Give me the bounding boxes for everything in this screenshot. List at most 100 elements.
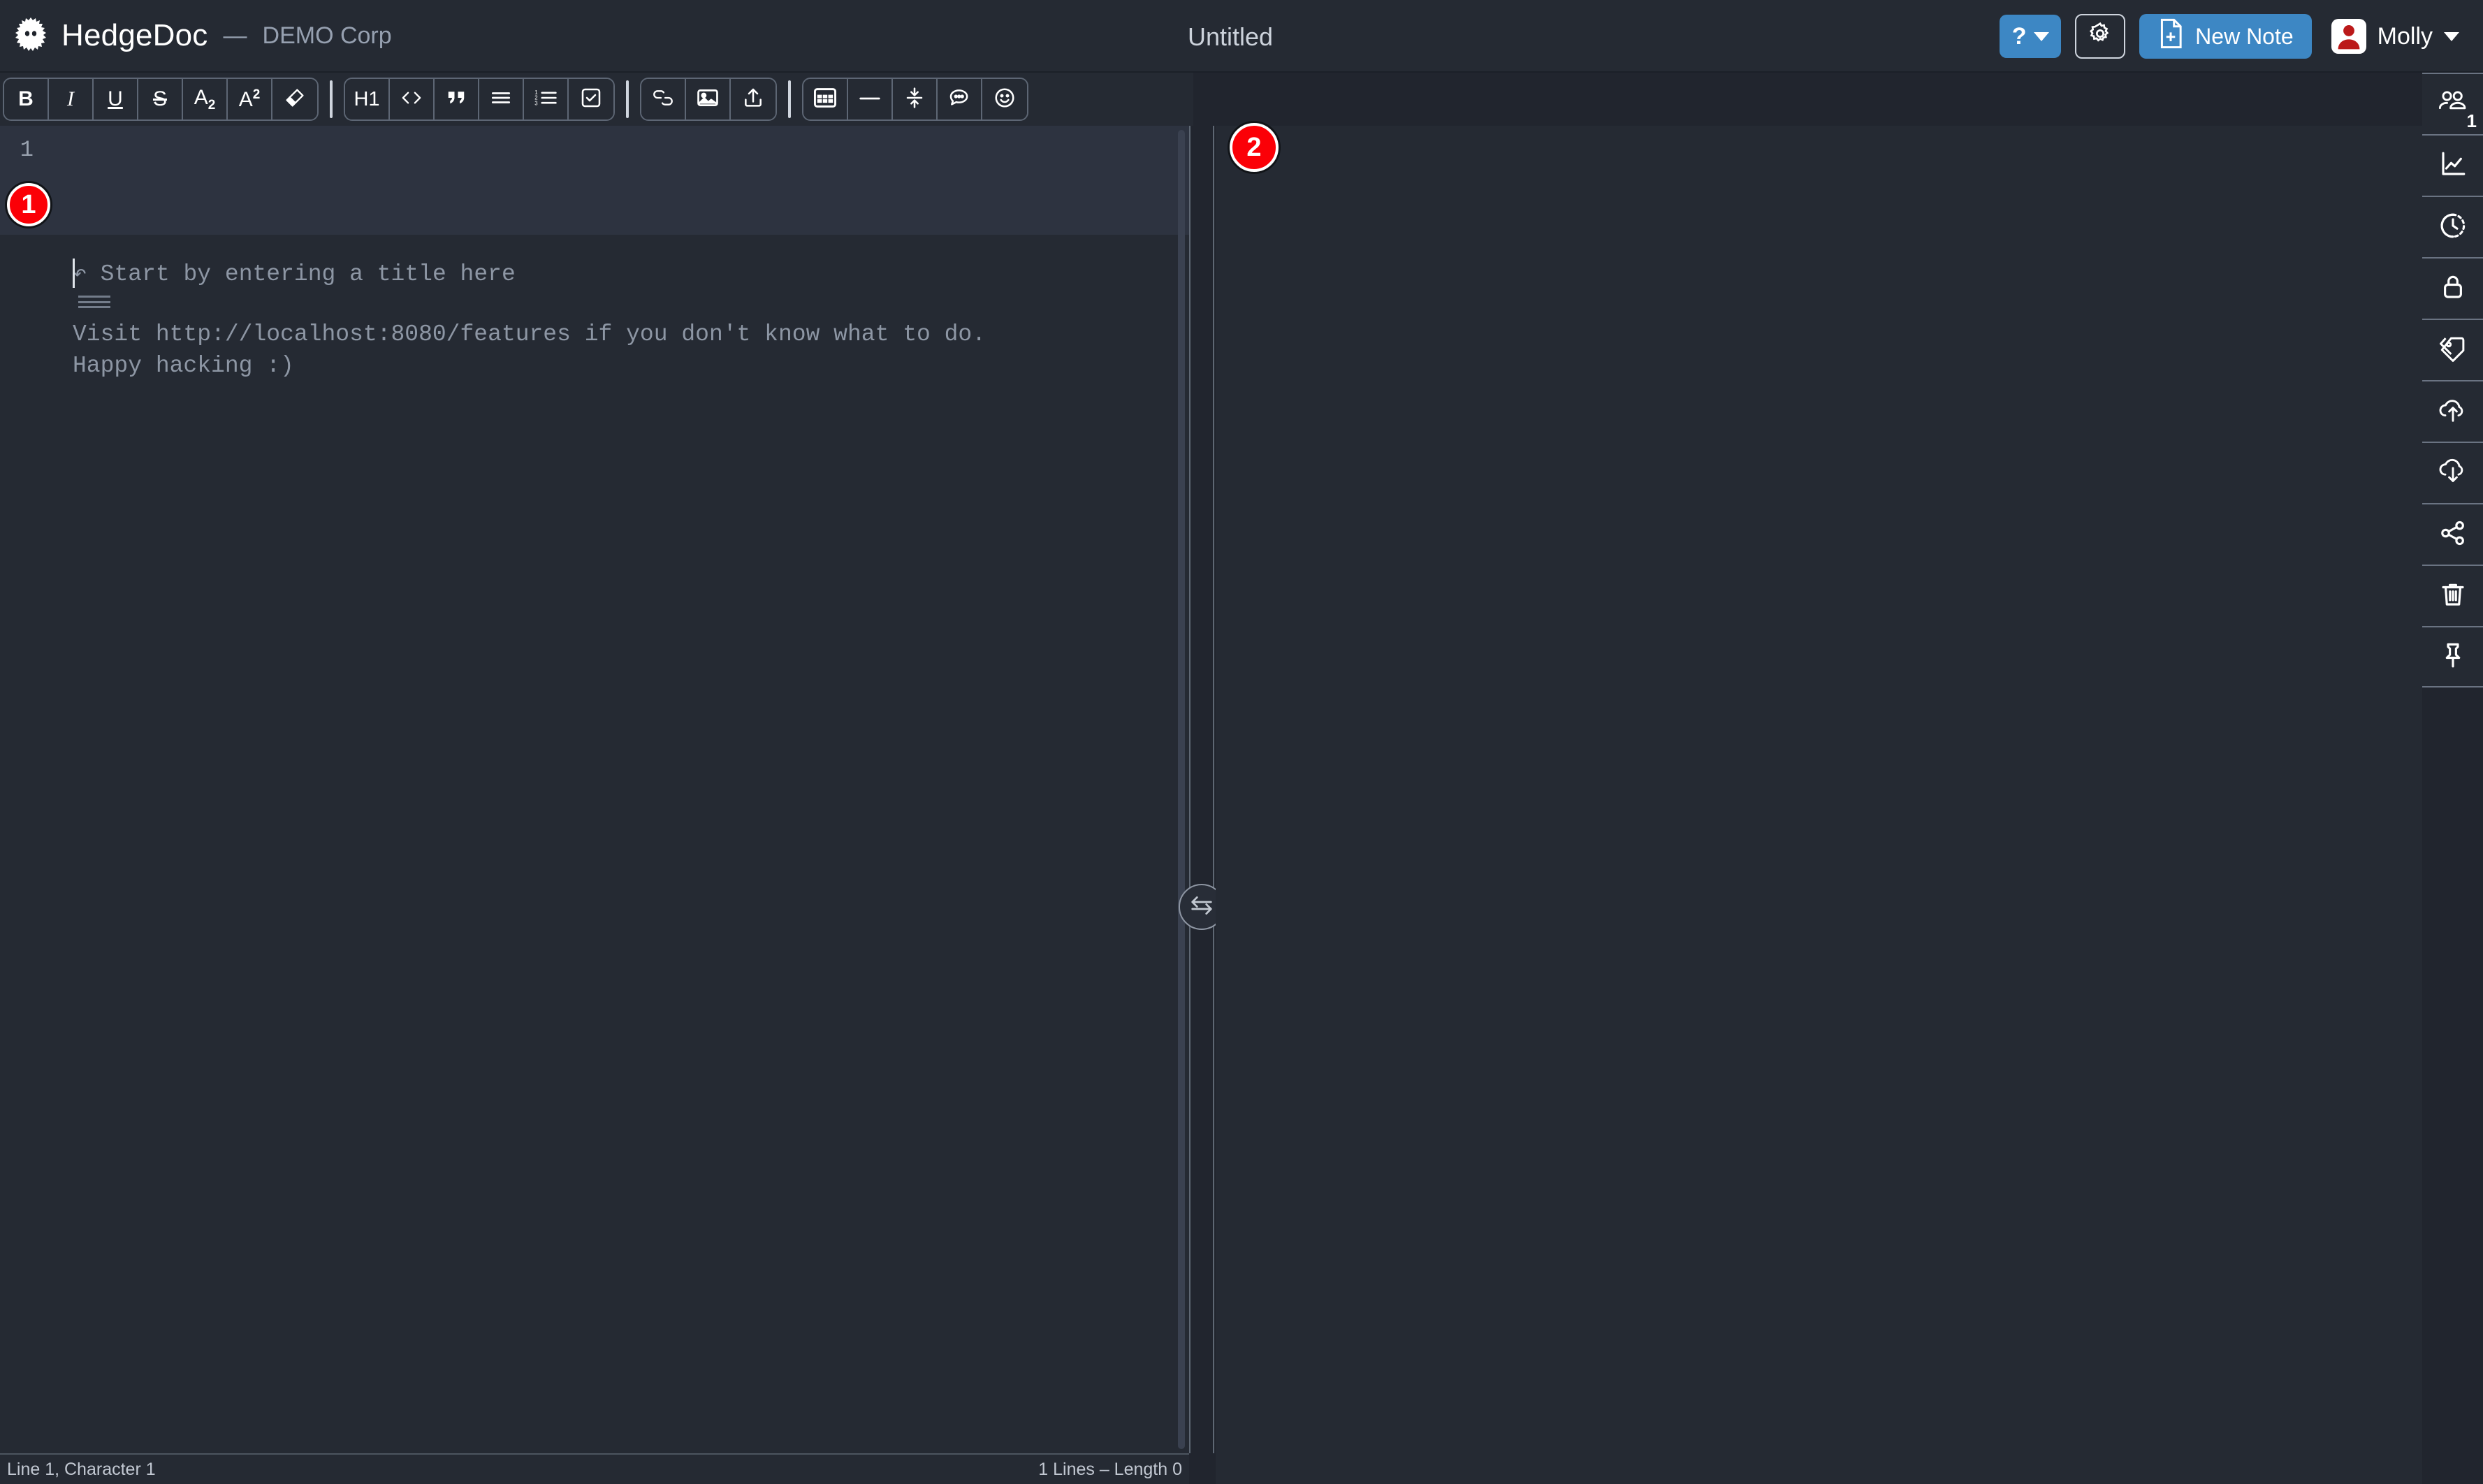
table-icon <box>814 87 836 112</box>
chevron-down-icon <box>2033 31 2049 41</box>
help-button[interactable]: ? <box>2000 15 2062 58</box>
underline-icon: U <box>108 87 123 110</box>
help-label: ? <box>2011 22 2027 50</box>
editor-placeholder-happy: Happy hacking :) <box>73 353 294 379</box>
collapsible-block-button[interactable] <box>893 79 938 119</box>
history-clock-icon <box>2438 211 2468 244</box>
sidebar-item-import[interactable] <box>2422 380 2483 442</box>
header-actions: ? New Note Molly <box>2000 0 2468 73</box>
highlighter-icon <box>284 87 306 112</box>
editor-placeholder-title: ↶ Start by entering a title here <box>73 261 516 287</box>
bullet-list-icon <box>490 89 512 110</box>
numbered-list-icon: 1 2 3 <box>534 88 558 111</box>
sidebar-item-delete[interactable] <box>2422 565 2483 626</box>
unordered-list-button[interactable] <box>479 79 524 119</box>
upload-button[interactable] <box>731 79 776 119</box>
horizontal-rule-button[interactable] <box>848 79 893 119</box>
underline-button[interactable]: U <box>94 79 138 119</box>
comment-button[interactable] <box>938 79 982 119</box>
toolbar-group-insert-block <box>802 78 1028 121</box>
avatar <box>2331 19 2366 54</box>
heading-button[interactable]: H1 <box>345 79 390 119</box>
share-icon <box>2438 518 2468 551</box>
editor-toolbar: B I U S A2 A2 H1 1 2 3 <box>0 73 1193 126</box>
image-button[interactable] <box>686 79 731 119</box>
trash-icon <box>2439 580 2467 613</box>
comment-icon <box>948 87 970 112</box>
drag-handle-icon[interactable] <box>78 296 110 308</box>
page-title[interactable]: Untitled <box>1188 22 1273 52</box>
upload-icon <box>742 87 764 112</box>
bold-icon: B <box>18 87 34 110</box>
users-icon <box>2438 89 2468 120</box>
brand: HedgeDoc — DEMO Corp <box>0 16 392 55</box>
subscript-icon: A2 <box>194 85 216 112</box>
swap-arrows-icon <box>1188 892 1216 923</box>
annotation-badge-2: 2 <box>1230 123 1279 172</box>
strikethrough-button[interactable]: S <box>138 79 183 119</box>
text-cursor <box>73 259 75 288</box>
sidebar-item-revisions[interactable] <box>2422 196 2483 257</box>
emoji-icon <box>993 87 1016 112</box>
brand-name: HedgeDoc <box>61 18 208 52</box>
sidebar-item-slide-mode[interactable] <box>2422 134 2483 196</box>
brand-organization: DEMO Corp <box>262 22 392 49</box>
line-number: 1 <box>20 137 34 163</box>
online-users-count: 1 <box>2466 110 2477 131</box>
chart-line-icon <box>2438 150 2468 182</box>
toolbar-separator <box>788 80 791 118</box>
quote-icon <box>446 89 467 110</box>
svg-text:3: 3 <box>534 100 538 106</box>
user-name: Molly <box>2377 22 2433 50</box>
toolbar-separator <box>626 80 629 118</box>
blockquote-button[interactable] <box>435 79 479 119</box>
file-plus-icon <box>2157 18 2184 54</box>
emoji-button[interactable] <box>982 79 1027 119</box>
code-icon <box>400 88 423 111</box>
hedgehog-logo-icon <box>11 16 50 55</box>
sidebar-item-share[interactable] <box>2422 503 2483 565</box>
strikethrough-icon: S <box>152 87 167 110</box>
editor-placeholder-visit: Visit http://localhost:8080/features if … <box>73 321 986 347</box>
gear-icon <box>2088 21 2113 52</box>
tag-icon <box>2438 334 2468 367</box>
ordered-list-button[interactable]: 1 2 3 <box>524 79 569 119</box>
italic-button[interactable]: I <box>49 79 94 119</box>
bold-button[interactable]: B <box>4 79 49 119</box>
markdown-preview <box>1216 126 2422 1484</box>
superscript-button[interactable]: A2 <box>228 79 272 119</box>
brand-separator: — <box>223 22 247 49</box>
settings-button[interactable] <box>2075 14 2126 59</box>
heading-icon: H1 <box>354 87 380 110</box>
document-stats: 1 Lines – Length 0 <box>1038 1459 1182 1479</box>
sidebar-item-export[interactable] <box>2422 442 2483 503</box>
table-button[interactable] <box>803 79 848 119</box>
new-note-button[interactable]: New Note <box>2139 14 2312 59</box>
cloud-download-icon <box>2438 457 2468 490</box>
note-sidebar: 1 <box>2422 73 2483 1484</box>
sidebar-item-pin[interactable] <box>2422 626 2483 688</box>
user-menu[interactable]: Molly <box>2326 14 2468 59</box>
check-list-icon <box>580 87 602 112</box>
subscript-button[interactable]: A2 <box>183 79 228 119</box>
sidebar-item-tags[interactable] <box>2422 319 2483 380</box>
active-line-highlight <box>0 126 1189 235</box>
cursor-position: Line 1, Character 1 <box>7 1459 156 1479</box>
toolbar-group-text-format: B I U S A2 A2 <box>3 78 319 121</box>
editor-status-bar: Line 1, Character 1 1 Lines – Length 0 <box>0 1453 1189 1484</box>
collapse-icon <box>905 87 924 112</box>
lock-icon <box>2440 272 2466 305</box>
sidebar-item-permissions[interactable] <box>2422 257 2483 319</box>
editor-scrollbar[interactable] <box>1178 130 1185 1449</box>
check-list-button[interactable] <box>569 79 613 119</box>
sidebar-item-online-users[interactable]: 1 <box>2422 73 2483 134</box>
link-button[interactable] <box>641 79 686 119</box>
italic-icon: I <box>67 87 74 110</box>
markdown-editor[interactable]: 1 ↶ Start by entering a title here Visit… <box>0 126 1189 1453</box>
toolbar-separator <box>330 80 333 118</box>
horizontal-rule-icon <box>859 93 881 106</box>
highlight-button[interactable] <box>272 79 317 119</box>
pane-splitter[interactable] <box>1179 126 1225 1453</box>
toolbar-group-block-format: H1 1 2 3 <box>344 78 615 121</box>
code-block-button[interactable] <box>390 79 435 119</box>
